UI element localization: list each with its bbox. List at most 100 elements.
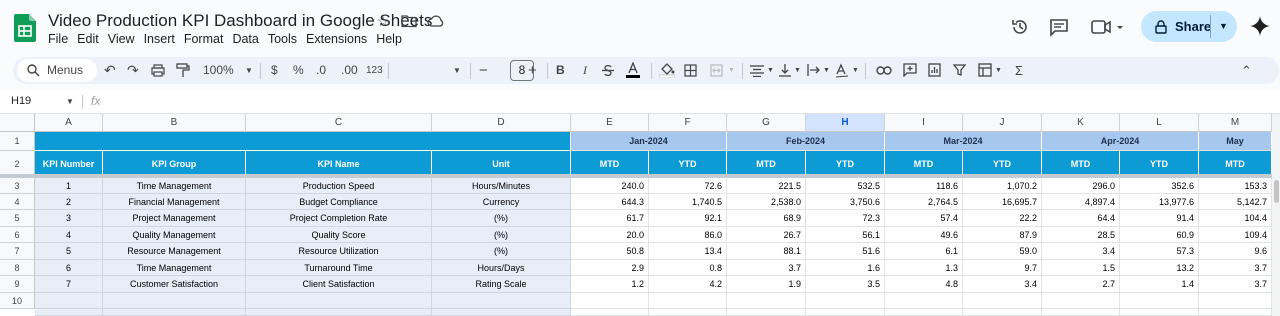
unit-cell[interactable]: Currency bbox=[432, 194, 571, 210]
menu-data[interactable]: Data bbox=[232, 32, 263, 46]
column-header-l[interactable]: L bbox=[1120, 114, 1199, 132]
star-icon[interactable]: ☆ bbox=[375, 13, 391, 29]
kpi-number-cell[interactable]: 3 bbox=[35, 210, 103, 227]
row-header-4[interactable]: 4 bbox=[0, 194, 35, 210]
unit-cell[interactable]: (%) bbox=[432, 227, 571, 243]
empty-cell[interactable] bbox=[885, 293, 963, 309]
redo-icon[interactable]: ↷ bbox=[127, 57, 139, 84]
value-cell[interactable]: 4,897.4 bbox=[1042, 194, 1120, 210]
column-header-j[interactable]: J bbox=[963, 114, 1042, 132]
month-header[interactable]: Feb-2024 bbox=[727, 132, 885, 151]
text-color-icon[interactable] bbox=[626, 62, 640, 79]
menu-insert[interactable]: Insert bbox=[144, 32, 180, 46]
filter-icon[interactable] bbox=[953, 64, 966, 76]
chevron-down-icon[interactable]: ▼ bbox=[1219, 21, 1228, 31]
row-header-5[interactable]: 5 bbox=[0, 210, 35, 227]
menu-help[interactable]: Help bbox=[376, 32, 407, 46]
value-cell[interactable]: 28.5 bbox=[1042, 227, 1120, 243]
empty-cell[interactable] bbox=[649, 309, 727, 316]
horizontal-align-icon[interactable] bbox=[750, 65, 764, 77]
kpi-group-cell[interactable]: Quality Management bbox=[103, 227, 246, 243]
value-cell[interactable]: 9.6 bbox=[1199, 243, 1272, 260]
vertical-align-icon[interactable] bbox=[779, 63, 791, 78]
empty-cell[interactable] bbox=[1042, 293, 1120, 309]
chevron-down-icon[interactable]: ▼ bbox=[995, 57, 1002, 84]
unit-cell[interactable]: Hours/Days bbox=[432, 260, 571, 276]
empty-cell[interactable] bbox=[727, 293, 806, 309]
percent-format-button[interactable]: % bbox=[293, 57, 304, 84]
month-header[interactable]: May bbox=[1199, 132, 1272, 151]
value-cell[interactable]: 3.4 bbox=[1042, 243, 1120, 260]
value-cell[interactable]: 296.0 bbox=[1042, 178, 1120, 194]
column-header-f[interactable]: F bbox=[649, 114, 727, 132]
value-cell[interactable]: 87.9 bbox=[963, 227, 1042, 243]
value-cell[interactable]: 2,538.0 bbox=[727, 194, 806, 210]
empty-cell[interactable] bbox=[727, 309, 806, 316]
borders-icon[interactable] bbox=[684, 64, 697, 77]
value-cell[interactable]: 13,977.6 bbox=[1120, 194, 1199, 210]
kpi-name-cell[interactable]: Production Speed bbox=[246, 178, 432, 194]
value-cell[interactable]: 1.9 bbox=[727, 276, 806, 293]
value-cell[interactable]: 352.6 bbox=[1120, 178, 1199, 194]
filter-views-icon[interactable] bbox=[978, 63, 992, 77]
comments-icon[interactable] bbox=[1049, 17, 1069, 37]
value-cell[interactable]: 88.1 bbox=[727, 243, 806, 260]
menu-tools[interactable]: Tools bbox=[268, 32, 302, 46]
chevron-down-icon[interactable]: ▼ bbox=[794, 57, 801, 84]
kpi-group-cell[interactable]: Customer Satisfaction bbox=[103, 276, 246, 293]
kpi-number-cell[interactable]: 7 bbox=[35, 276, 103, 293]
value-cell[interactable]: 3,750.6 bbox=[806, 194, 885, 210]
currency-format-button[interactable]: $ bbox=[271, 57, 278, 84]
functions-icon[interactable]: Σ bbox=[1015, 57, 1023, 84]
header-blank[interactable] bbox=[35, 132, 571, 151]
bold-button[interactable]: B bbox=[556, 57, 565, 84]
empty-cell[interactable] bbox=[432, 293, 571, 309]
vertical-scrollbar-thumb[interactable] bbox=[1274, 180, 1279, 203]
empty-cell[interactable] bbox=[649, 293, 727, 309]
value-cell[interactable]: 3.7 bbox=[727, 260, 806, 276]
kpi-name-cell[interactable]: Quality Score bbox=[246, 227, 432, 243]
chevron-down-icon[interactable]: ▼ bbox=[823, 57, 830, 84]
chevron-down-icon[interactable]: ▼ bbox=[245, 57, 253, 84]
empty-cell[interactable] bbox=[103, 309, 246, 316]
insert-comment-icon[interactable] bbox=[903, 63, 917, 77]
column-header-m[interactable]: M bbox=[1199, 114, 1272, 132]
empty-cell[interactable] bbox=[35, 309, 103, 316]
month-header[interactable]: Mar-2024 bbox=[885, 132, 1042, 151]
row-header-9[interactable]: 9 bbox=[0, 276, 35, 293]
value-cell[interactable]: 644.3 bbox=[571, 194, 649, 210]
column-header-b[interactable]: B bbox=[103, 114, 246, 132]
value-cell[interactable]: 1.5 bbox=[1042, 260, 1120, 276]
value-cell[interactable]: 56.1 bbox=[806, 227, 885, 243]
value-cell[interactable]: 2,764.5 bbox=[885, 194, 963, 210]
print-icon[interactable] bbox=[151, 64, 165, 77]
value-cell[interactable]: 1,740.5 bbox=[649, 194, 727, 210]
fill-color-icon[interactable] bbox=[659, 62, 675, 78]
kpi-number-cell[interactable]: 2 bbox=[35, 194, 103, 210]
unit-cell[interactable]: (%) bbox=[432, 210, 571, 227]
decrease-decimal-button[interactable]: .0 bbox=[316, 57, 326, 84]
empty-cell[interactable] bbox=[1042, 309, 1120, 316]
value-cell[interactable]: 92.1 bbox=[649, 210, 727, 227]
text-rotation-icon[interactable] bbox=[835, 63, 849, 78]
kpi-group-cell[interactable]: Time Management bbox=[103, 178, 246, 194]
spreadsheet-grid[interactable]: A B C D E F G H I J K L M 1 2 3 4 5 6 7 8 9 10 Jan-2024 Feb-2024… bbox=[0, 114, 1280, 316]
menu-view[interactable]: View bbox=[108, 32, 140, 46]
empty-cell[interactable] bbox=[963, 309, 1042, 316]
row-header-10[interactable]: 10 bbox=[0, 293, 35, 309]
undo-icon[interactable]: ↶ bbox=[104, 57, 116, 84]
collapse-toolbar-icon[interactable]: ⌃ bbox=[1241, 57, 1252, 84]
value-cell[interactable]: 1.3 bbox=[885, 260, 963, 276]
share-button[interactable]: Share ▼ bbox=[1141, 11, 1237, 42]
row-header-6[interactable]: 6 bbox=[0, 227, 35, 243]
value-cell[interactable]: 532.5 bbox=[806, 178, 885, 194]
value-cell[interactable]: 5,142.7 bbox=[1199, 194, 1272, 210]
empty-cell[interactable] bbox=[571, 293, 649, 309]
value-cell[interactable]: 1.6 bbox=[806, 260, 885, 276]
kpi-name-cell[interactable]: Project Completion Rate bbox=[246, 210, 432, 227]
sheets-logo-icon[interactable] bbox=[14, 14, 36, 42]
unit-cell[interactable]: Hours/Minutes bbox=[432, 178, 571, 194]
column-header-g[interactable]: G bbox=[727, 114, 806, 132]
insert-link-icon[interactable] bbox=[876, 65, 892, 76]
kpi-name-cell[interactable]: Budget Compliance bbox=[246, 194, 432, 210]
